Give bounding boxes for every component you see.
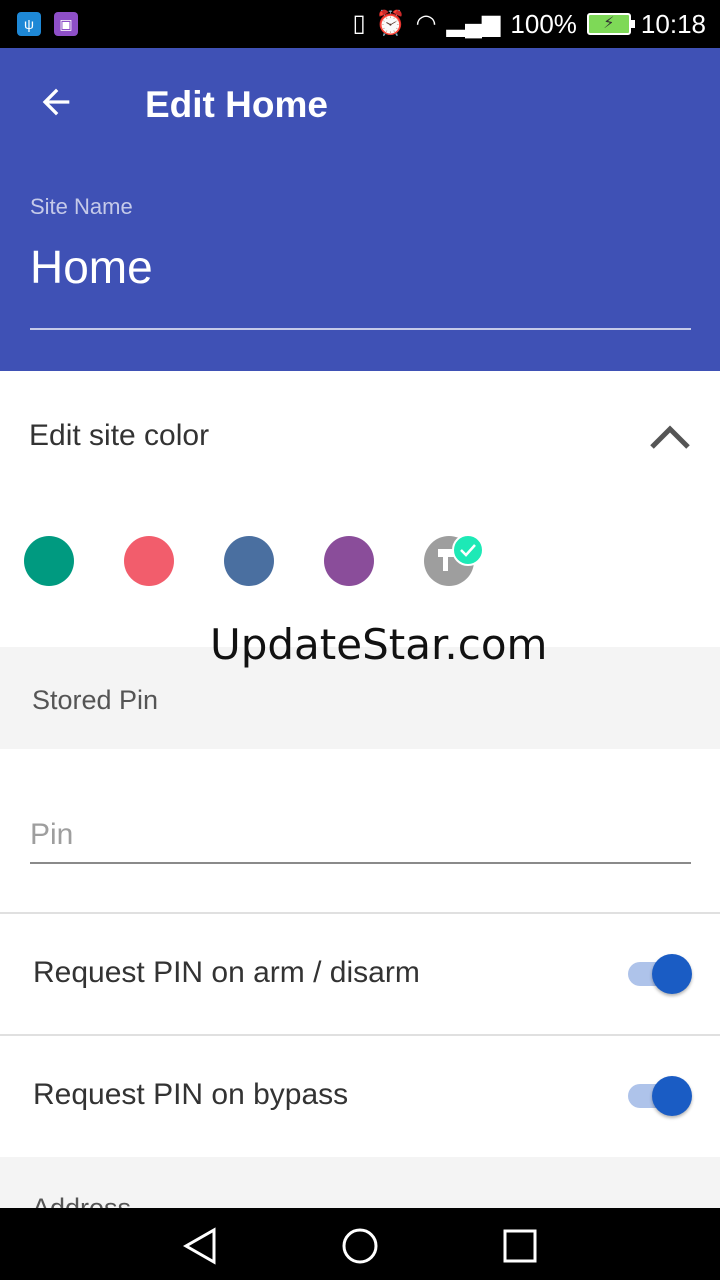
site-name-underline <box>30 328 691 330</box>
toggle-row-arm-disarm[interactable]: Request PIN on arm / disarm <box>0 914 720 1034</box>
color-swatch-custom[interactable] <box>424 534 484 586</box>
toggle-row-bypass[interactable]: Request PIN on bypass <box>0 1036 720 1156</box>
edit-site-color-label: Edit site color <box>29 419 210 452</box>
pin-input[interactable]: Pin <box>30 818 691 864</box>
gallery-icon: ▣ <box>54 12 78 36</box>
selected-check-icon <box>452 534 484 566</box>
vibrate-icon: ▯ <box>352 10 366 37</box>
color-swatches <box>0 534 720 586</box>
site-name-input[interactable]: Home <box>30 240 153 294</box>
color-swatch-purple[interactable] <box>324 536 374 586</box>
collapse-button[interactable] <box>642 411 698 461</box>
status-bar: ψ ▣ ▯ ⏰ ◠ ▂▄▆ 100% ⚡ 10:18 <box>0 0 720 48</box>
navigation-bar <box>0 1208 720 1280</box>
color-swatch-red[interactable] <box>124 536 174 586</box>
toggle-label-bypass: Request PIN on bypass <box>33 1078 349 1111</box>
nav-back-button[interactable] <box>178 1224 222 1268</box>
square-recents-icon <box>503 1229 537 1263</box>
edit-site-color-row[interactable]: Edit site color <box>0 371 720 501</box>
alarm-icon: ⏰ <box>375 10 406 37</box>
arrow-back-icon <box>42 88 70 116</box>
wifi-icon: ◠ <box>415 10 437 37</box>
bypass-switch[interactable] <box>628 1076 692 1116</box>
signal-icon: ▂▄▆ <box>446 10 501 37</box>
battery-percent: 100% <box>510 8 577 39</box>
toggle-label-arm-disarm: Request PIN on arm / disarm <box>33 956 420 989</box>
address-section: Address <box>0 1157 720 1208</box>
nav-home-button[interactable] <box>338 1224 382 1268</box>
arm-disarm-switch[interactable] <box>628 954 692 994</box>
color-swatch-blue[interactable] <box>224 536 274 586</box>
clock: 10:18 <box>640 8 706 39</box>
site-name-label: Site Name <box>30 194 133 219</box>
chevron-up-icon <box>650 425 690 449</box>
circle-home-icon <box>342 1228 378 1264</box>
color-swatch-teal[interactable] <box>24 536 74 586</box>
stored-pin-title: Stored Pin <box>32 685 159 715</box>
triangle-back-icon <box>182 1227 216 1265</box>
back-button[interactable] <box>26 72 86 132</box>
battery-icon: ⚡ <box>586 13 635 35</box>
header: Edit Home Site Name Home <box>0 48 720 371</box>
nav-recents-button[interactable] <box>498 1224 542 1268</box>
watermark: UpdateStar.com <box>210 620 548 669</box>
address-title: Address <box>32 1193 132 1208</box>
usb-icon: ψ <box>17 12 41 36</box>
page-title: Edit Home <box>145 84 328 125</box>
